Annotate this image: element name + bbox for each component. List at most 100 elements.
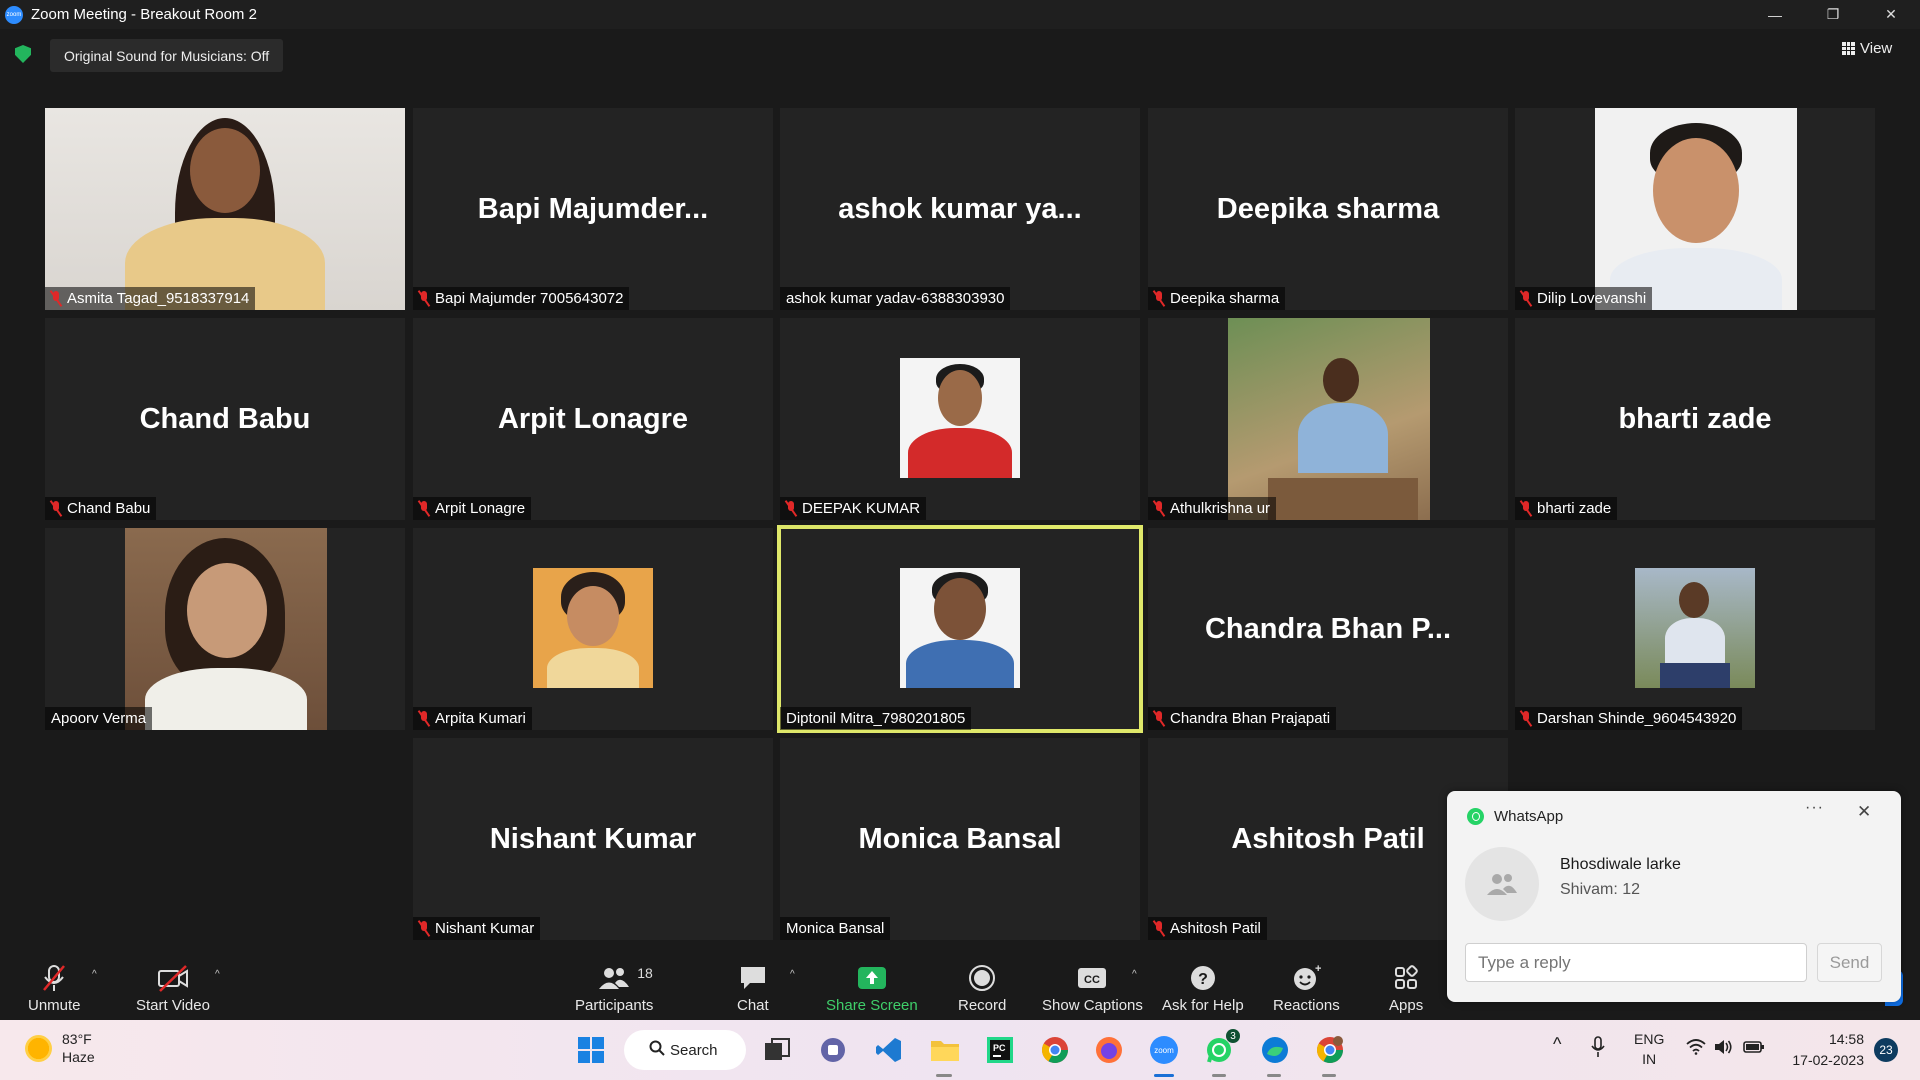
firefox-icon[interactable]: [1092, 1033, 1126, 1067]
unmute-button[interactable]: Unmute: [28, 963, 81, 1014]
participant-tile[interactable]: Athulkrishna ur: [1148, 318, 1508, 520]
participant-video: [125, 528, 327, 730]
participant-photo: [900, 358, 1020, 478]
participant-tile[interactable]: Darshan Shinde_9604543920: [1515, 528, 1875, 730]
pycharm-icon[interactable]: PC: [983, 1033, 1017, 1067]
mic-muted-icon: [786, 501, 796, 516]
close-window-button[interactable]: ✕: [1862, 0, 1920, 29]
start-video-button[interactable]: Start Video: [136, 963, 210, 1014]
participant-tile[interactable]: Monica Bansal Monica Bansal: [780, 738, 1140, 940]
apps-icon: [1391, 963, 1421, 993]
windows-start-icon[interactable]: [574, 1033, 608, 1067]
mic-muted-icon: [1154, 501, 1164, 516]
microphone-tray-icon[interactable]: [1591, 1036, 1605, 1061]
mic-muted-icon: [1521, 291, 1531, 306]
participant-tile[interactable]: Nishant Kumar Nishant Kumar: [413, 738, 773, 940]
participant-tile[interactable]: Apoorv Verma: [45, 528, 405, 730]
mic-muted-icon: [419, 711, 429, 726]
video-off-icon: [156, 963, 190, 993]
system-clock[interactable]: 14:58 17-02-2023: [1784, 1029, 1864, 1071]
share-screen-button[interactable]: Share Screen: [826, 963, 918, 1014]
audio-options-caret-icon[interactable]: ^: [92, 969, 97, 980]
participant-tile[interactable]: DEEPAK KUMAR: [780, 318, 1140, 520]
record-button[interactable]: Record: [958, 963, 1006, 1014]
participant-name-label: Chand Babu: [45, 497, 157, 520]
reactions-button[interactable]: + Reactions: [1273, 963, 1340, 1014]
participant-tile[interactable]: Asmita Tagad_9518337914: [45, 108, 405, 310]
taskbar-search[interactable]: Search: [624, 1030, 746, 1070]
edge-icon[interactable]: [1258, 1033, 1292, 1067]
notification-center-badge[interactable]: 23: [1874, 1038, 1898, 1062]
original-sound-button[interactable]: Original Sound for Musicians: Off: [50, 39, 284, 72]
participant-tile[interactable]: Deepika sharma Deepika sharma: [1148, 108, 1508, 310]
mic-muted-icon: [419, 291, 429, 306]
weather-widget[interactable]: 83°F Haze: [25, 1030, 95, 1066]
battery-icon[interactable]: [1743, 1040, 1765, 1057]
chrome-profile-icon[interactable]: [1313, 1033, 1347, 1067]
whatsapp-notification[interactable]: WhatsApp ··· ✕ Bhosdiwale larke Shivam: …: [1447, 791, 1901, 1002]
teams-chat-icon[interactable]: [816, 1033, 850, 1067]
captions-options-caret-icon[interactable]: ^: [1132, 969, 1137, 980]
wifi-icon[interactable]: [1686, 1039, 1706, 1058]
close-notification-icon[interactable]: ✕: [1857, 802, 1871, 822]
app-running-indicator: [936, 1074, 952, 1077]
whatsapp-taskbar-icon[interactable]: 3: [1202, 1029, 1240, 1067]
app-running-indicator: [1322, 1074, 1336, 1077]
participant-photo: [1228, 318, 1430, 520]
more-options-icon[interactable]: ···: [1805, 799, 1824, 817]
participant-tile[interactable]: Chandra Bhan P... Chandra Bhan Prajapati: [1148, 528, 1508, 730]
mic-muted-icon: [419, 501, 429, 516]
participant-tile-active-speaker[interactable]: Diptonil Mitra_7980201805: [777, 525, 1143, 733]
volume-icon[interactable]: [1713, 1038, 1733, 1059]
record-icon: [967, 963, 997, 993]
mic-muted-icon: [51, 501, 61, 516]
language-indicator[interactable]: ENG IN: [1634, 1029, 1664, 1069]
reply-input[interactable]: [1465, 943, 1807, 982]
zoom-taskbar-icon[interactable]: zoom: [1147, 1033, 1181, 1067]
vscode-icon[interactable]: [872, 1033, 906, 1067]
participant-name-label: Athulkrishna ur: [1148, 497, 1277, 520]
participant-tile[interactable]: Chand Babu Chand Babu: [45, 318, 405, 520]
grid-view-icon: [1842, 42, 1855, 55]
microphone-muted-icon: [39, 963, 69, 993]
participants-count: 18: [637, 965, 653, 981]
mic-muted-icon: [1154, 711, 1164, 726]
participant-tile[interactable]: ashok kumar ya... ashok kumar yadav-6388…: [780, 108, 1140, 310]
show-hidden-icons-caret[interactable]: ^: [1553, 1034, 1561, 1055]
participant-name-label: Asmita Tagad_9518337914: [45, 287, 256, 310]
show-captions-button[interactable]: CC Show Captions: [1042, 963, 1143, 1014]
help-question-icon: ?: [1188, 963, 1218, 993]
minimize-button[interactable]: —: [1746, 0, 1804, 29]
restore-button[interactable]: ❐: [1804, 0, 1862, 29]
participant-display-name: Bapi Majumder...: [477, 192, 709, 225]
apps-button[interactable]: Apps: [1389, 963, 1423, 1014]
participant-tile[interactable]: bharti zade bharti zade: [1515, 318, 1875, 520]
task-view-icon[interactable]: [760, 1033, 794, 1067]
chat-options-caret-icon[interactable]: ^: [790, 969, 795, 980]
participant-display-name: Chand Babu: [139, 402, 311, 435]
chrome-icon[interactable]: [1038, 1033, 1072, 1067]
participant-name-label: Diptonil Mitra_7980201805: [780, 707, 972, 730]
participant-name-label: Monica Bansal: [780, 917, 891, 940]
mic-muted-icon: [51, 291, 61, 306]
participant-tile[interactable]: Dilip Lovevanshi: [1515, 108, 1875, 310]
video-options-caret-icon[interactable]: ^: [215, 969, 220, 980]
participant-tile[interactable]: Arpita Kumari: [413, 528, 773, 730]
participant-name-label: Darshan Shinde_9604543920: [1515, 707, 1743, 730]
share-screen-icon: [856, 963, 888, 993]
participant-display-name: Nishant Kumar: [489, 822, 697, 855]
participant-photo: [1595, 108, 1797, 310]
send-button[interactable]: Send: [1817, 943, 1882, 982]
participants-button[interactable]: 18 Participants: [575, 963, 653, 1014]
participant-tile[interactable]: Bapi Majumder... Bapi Majumder 700564307…: [413, 108, 773, 310]
file-explorer-icon[interactable]: [928, 1033, 962, 1067]
reactions-smiley-icon: +: [1291, 963, 1321, 993]
mic-muted-icon: [419, 921, 429, 936]
encryption-shield-icon[interactable]: [15, 45, 31, 63]
view-label: View: [1860, 40, 1893, 57]
chat-button[interactable]: Chat: [737, 963, 769, 1014]
participant-tile[interactable]: Arpit Lonagre Arpit Lonagre: [413, 318, 773, 520]
ask-for-help-button[interactable]: ? Ask for Help: [1162, 963, 1244, 1014]
view-button[interactable]: View: [1842, 40, 1892, 57]
captions-cc-icon: CC: [1076, 963, 1108, 993]
